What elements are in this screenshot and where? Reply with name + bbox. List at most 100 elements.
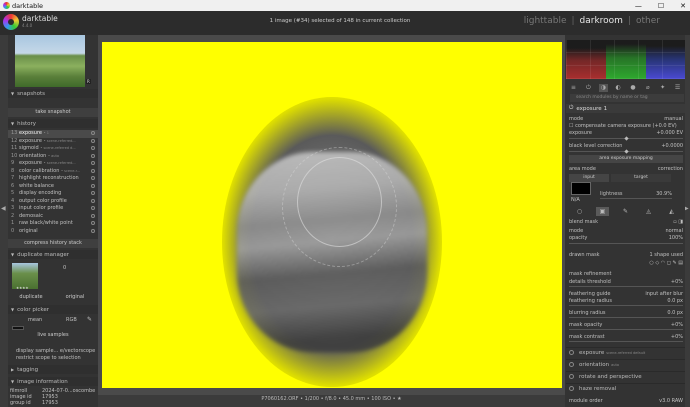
navigation-thumbnail[interactable] bbox=[15, 35, 85, 87]
input-tab[interactable]: input bbox=[569, 174, 609, 182]
blend-parametric-icon[interactable]: ◬ bbox=[642, 207, 655, 216]
history-item[interactable]: 0 original bbox=[11, 228, 38, 234]
view-lighttable[interactable]: lighttable bbox=[524, 16, 567, 26]
blend-raster-icon[interactable]: ◭ bbox=[665, 207, 678, 216]
target-tab[interactable]: target bbox=[611, 174, 671, 182]
mask-contrast-value[interactable]: +0% bbox=[671, 334, 683, 340]
history-item[interactable]: 12 exposure • scene-referred... bbox=[11, 138, 76, 144]
module-power-icon[interactable] bbox=[569, 386, 574, 391]
history-status-icon bbox=[91, 213, 95, 218]
module-power-icon[interactable] bbox=[569, 350, 574, 355]
feathering-guide-select[interactable]: input after blur bbox=[645, 291, 683, 297]
feathering-radius-value[interactable]: 0.0 px bbox=[667, 298, 683, 304]
module-list-item[interactable]: exposure scene-referred default bbox=[566, 347, 685, 357]
effect-modules-icon[interactable]: ✦ bbox=[658, 84, 667, 92]
exposure-value[interactable]: +0.000 EV bbox=[656, 130, 683, 136]
history-item[interactable]: 7 highlight reconstruction bbox=[11, 175, 79, 181]
history-header[interactable]: ▼ history bbox=[8, 119, 98, 128]
module-list-item[interactable]: haze removal bbox=[566, 383, 685, 393]
picker-mode-select[interactable]: mean bbox=[28, 317, 42, 323]
history-status-icon bbox=[91, 138, 95, 143]
history-item[interactable]: 5 display encoding bbox=[11, 190, 61, 196]
history-item-sub: • scene-referred d... bbox=[40, 146, 76, 150]
snapshots-header[interactable]: ▼ snapshots bbox=[8, 89, 98, 98]
module-power-icon[interactable] bbox=[569, 374, 574, 379]
lightness-value[interactable]: 30.9% bbox=[656, 191, 672, 197]
tone-modules-icon[interactable]: ◐ bbox=[614, 84, 623, 92]
blurring-radius-slider[interactable] bbox=[569, 317, 683, 318]
opacity-slider[interactable] bbox=[569, 243, 683, 244]
mask-contrast-slider[interactable] bbox=[569, 341, 683, 342]
image-information-header[interactable]: ▼ image information bbox=[8, 377, 98, 386]
opacity-value[interactable]: 100% bbox=[669, 235, 683, 241]
lightness-slider[interactable] bbox=[600, 198, 672, 199]
history-item[interactable]: 11 sigmoid • scene-referred d... bbox=[11, 145, 76, 151]
duplicate-button[interactable]: duplicate bbox=[10, 293, 52, 302]
module-list-item[interactable]: rotate and perspective bbox=[566, 371, 685, 381]
history-item[interactable]: 8 color calibration • scene-r... bbox=[11, 168, 80, 174]
base-modules-icon[interactable]: ◑ bbox=[598, 83, 608, 92]
blend-off-icon[interactable]: ○ bbox=[573, 207, 586, 216]
history-item[interactable]: 2 demosaic bbox=[11, 213, 43, 219]
area-exposure-mapping-header[interactable]: area exposure mapping bbox=[569, 155, 683, 163]
tagging-header[interactable]: ▶ tagging bbox=[8, 365, 98, 374]
display-samples-toggle[interactable]: display sample... e/vectorscope bbox=[16, 348, 95, 354]
feathering-radius-slider[interactable] bbox=[569, 305, 683, 306]
view-separator: | bbox=[627, 16, 632, 26]
module-power-icon[interactable] bbox=[569, 362, 574, 367]
histogram[interactable] bbox=[566, 40, 685, 79]
view-other[interactable]: other bbox=[636, 16, 660, 26]
compress-history-button[interactable]: compress history stack bbox=[8, 239, 98, 248]
black-level-value[interactable]: +0.0000 bbox=[661, 143, 683, 149]
image-canvas[interactable] bbox=[102, 42, 562, 388]
mode-select[interactable]: manual bbox=[664, 116, 683, 122]
duplicate-manager-header[interactable]: ▼ duplicate manager bbox=[8, 250, 98, 259]
restrict-scope-toggle[interactable]: restrict scope to selection bbox=[16, 355, 81, 361]
module-list-label: exposure bbox=[579, 349, 605, 356]
maximize-button[interactable]: ☐ bbox=[658, 2, 664, 10]
view-darkroom[interactable]: darkroom bbox=[580, 16, 623, 26]
color-picker-header[interactable]: ▼ color picker bbox=[8, 305, 98, 314]
module-search-input[interactable]: search modules by name or tag bbox=[570, 94, 684, 102]
presets-menu-icon[interactable]: ☰ bbox=[673, 84, 682, 92]
module-order-value[interactable]: v3.0 RAW bbox=[659, 398, 683, 404]
shape-tools-icons[interactable]: ○ ◇ ◠ ◻ ✎ ▤ bbox=[649, 260, 683, 266]
module-power-icon[interactable]: ⏻ bbox=[569, 105, 573, 112]
details-threshold-value[interactable]: +0% bbox=[671, 279, 683, 285]
drawn-mask-value[interactable]: 1 shape used bbox=[650, 252, 683, 258]
blurring-radius-value[interactable]: 0.0 px bbox=[667, 310, 683, 316]
history-item[interactable]: 13 exposure • 1 bbox=[11, 130, 49, 136]
collapse-left-panel-icon[interactable]: ◀ bbox=[1, 205, 6, 212]
module-list-item[interactable]: orientation auto bbox=[566, 359, 685, 369]
eyedropper-icon[interactable]: ✎ bbox=[87, 316, 92, 323]
history-item[interactable]: 6 white balance bbox=[11, 183, 54, 189]
active-modules-icon[interactable]: ⏻ bbox=[584, 84, 593, 92]
mask-opacity-slider[interactable] bbox=[569, 329, 683, 330]
blend-uniform-icon[interactable]: ▣ bbox=[596, 207, 609, 216]
live-samples-label: live samples bbox=[8, 331, 98, 340]
original-button[interactable]: original bbox=[54, 293, 96, 302]
history-item[interactable]: 4 output color profile bbox=[11, 198, 67, 204]
history-item[interactable]: 1 raw black/white point bbox=[11, 220, 73, 226]
mask-shape-outline[interactable] bbox=[297, 157, 382, 247]
blend-drawn-icon[interactable]: ✎ bbox=[619, 207, 632, 216]
exposure-module-header[interactable]: ⏻ exposure 1 bbox=[566, 104, 685, 113]
color-modules-icon[interactable]: ● bbox=[628, 84, 637, 92]
quick-access-icon[interactable]: ≡ bbox=[569, 84, 578, 92]
module-list-label: haze removal bbox=[579, 385, 617, 392]
take-snapshot-button[interactable]: take snapshot bbox=[8, 108, 98, 117]
history-item[interactable]: 10 orientation • auto bbox=[11, 153, 59, 159]
picker-colorspace-select[interactable]: RGB bbox=[66, 317, 77, 323]
mask-opacity-value[interactable]: +0% bbox=[671, 322, 683, 328]
history-status-icon bbox=[91, 198, 95, 203]
blurring-radius-label: blurring radius bbox=[569, 310, 606, 316]
area-mode-select[interactable]: correction bbox=[658, 166, 683, 172]
details-threshold-slider[interactable] bbox=[569, 286, 683, 287]
correct-modules-icon[interactable]: ⌀ bbox=[643, 84, 652, 92]
history-item[interactable]: 9 exposure • scene-referred... bbox=[11, 160, 76, 166]
minimize-button[interactable]: — bbox=[635, 2, 642, 10]
close-button[interactable]: ✕ bbox=[680, 2, 686, 10]
blend-mask-icons[interactable]: ▫ ◨ bbox=[673, 219, 683, 225]
blend-mode-select[interactable]: normal bbox=[665, 228, 683, 234]
history-item[interactable]: 3 input color profile bbox=[11, 205, 63, 211]
